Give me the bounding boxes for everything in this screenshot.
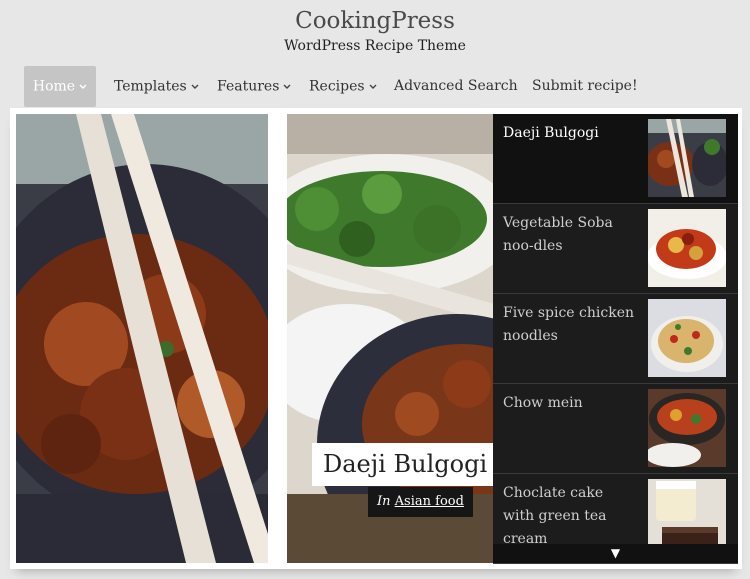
chevron-down-icon [79,66,87,107]
category-prefix: In [377,494,391,509]
slider-list-item[interactable]: Chow mein [493,384,738,474]
recipe-thumbnail [648,209,726,287]
nav-item-label: Home [32,78,76,95]
nav-item-advanced-search[interactable]: Advanced Search [394,66,518,107]
category-link[interactable]: Asian food [395,494,464,509]
nav-item-label: Templates [114,78,187,95]
site-title[interactable]: CookingPress [0,8,750,34]
slider-list-item[interactable]: Five spice chicken noodles [493,294,738,384]
nav-item-recipes[interactable]: Recipes [309,66,377,107]
nav-item-label: Recipes [309,78,365,95]
chevron-down-icon [369,66,377,107]
slider-item-label: Daeji Bulgogi [503,125,599,141]
nav-item-label: Submit recipe! [532,78,638,94]
nav-item-label: Features [217,78,280,95]
recipe-thumbnail [648,389,726,467]
recipe-thumbnail [648,299,726,377]
featured-category: In Asian food [368,487,473,517]
site-header: CookingPress WordPress Recipe Theme [0,0,750,60]
nav-item-submit-recipe[interactable]: Submit recipe! [532,66,638,107]
nav-item-label: Advanced Search [394,78,518,94]
slider-item-label: Chow mein [503,395,583,411]
chevron-down-icon [191,66,199,107]
site-tagline: WordPress Recipe Theme [284,38,466,54]
recipe-thumbnail [648,119,726,197]
chevron-down-icon [283,66,291,107]
slider-list-item[interactable]: Vegetable Soba noo-dles [493,204,738,294]
nav-item-features[interactable]: Features [217,66,291,107]
nav-item-templates[interactable]: Templates [114,66,199,107]
featured-recipe-title[interactable]: Daeji Bulgogi [312,443,499,486]
slider-item-label: Choclate cake with green tea cream [503,485,607,547]
slider-item-label: Five spice chicken noodles [503,305,634,344]
slide-photo-previous[interactable] [16,114,268,563]
nav-item-home[interactable]: Home [24,66,96,107]
slider-recipe-list: Daeji Bulgogi Vegetable Soba noo-dles Fi… [493,114,738,564]
slider-item-label: Vegetable Soba noo-dles [503,215,613,254]
slider-list-item[interactable]: Daeji Bulgogi [493,114,738,204]
slider-scroll-down-button[interactable]: ▼ [493,544,738,563]
